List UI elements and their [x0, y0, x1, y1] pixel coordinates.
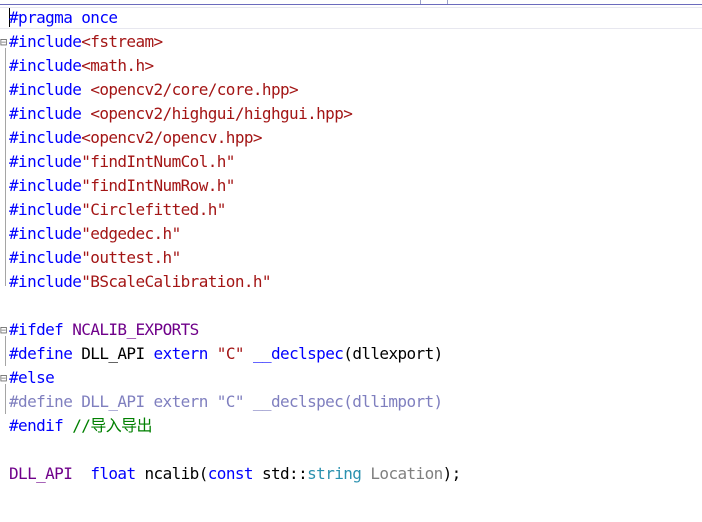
- code-token: #ifdef: [9, 320, 64, 339]
- fold-toggle-icon[interactable]: ⊟: [0, 371, 7, 385]
- fold-guide: [5, 48, 6, 286]
- code-token: "edgedec.h": [81, 224, 181, 243]
- code-line[interactable]: #else: [9, 366, 55, 390]
- code-token: #else: [9, 368, 55, 387]
- code-token: DLL_API: [9, 464, 73, 483]
- code-token: #include: [9, 272, 82, 291]
- editor-top-border: [0, 0, 702, 5]
- code-token: <opencv2/core/core.hpp>: [90, 80, 299, 99]
- code-line[interactable]: #include"outtest.h": [9, 246, 181, 270]
- code-token: string: [307, 464, 362, 483]
- code-token: (dllexport): [343, 344, 443, 363]
- code-token: DLL_API: [72, 344, 154, 363]
- code-token: #include: [9, 176, 82, 195]
- code-token: ncalib(: [135, 464, 209, 483]
- code-token: NCALIB_EXPORTS: [72, 320, 199, 339]
- code-token: #define: [9, 344, 73, 363]
- fold-toggle-icon[interactable]: ⊟: [0, 35, 7, 49]
- code-token: <fstream>: [81, 32, 163, 51]
- code-token: float: [90, 464, 136, 483]
- fold-guide: [5, 384, 6, 414]
- scroll-marker: [447, 0, 448, 4]
- code-line[interactable]: #include"Circlefitted.h": [9, 198, 226, 222]
- code-token: //导入导出: [72, 416, 152, 435]
- code-token: "findIntNumCol.h": [81, 152, 235, 171]
- fold-toggle-icon[interactable]: ⊟: [0, 323, 7, 337]
- code-token: "C": [216, 344, 245, 363]
- scroll-marker: [420, 0, 421, 4]
- code-token: #include: [9, 32, 82, 51]
- code-token: "BScaleCalibration.h": [81, 272, 271, 291]
- code-token: "Circlefitted.h": [81, 200, 226, 219]
- code-line[interactable]: #include"findIntNumRow.h": [9, 174, 235, 198]
- code-token: Location: [370, 464, 443, 483]
- code-token: "outtest.h": [81, 248, 181, 267]
- code-token: #include: [9, 128, 82, 147]
- code-token: #include: [9, 248, 82, 267]
- code-line[interactable]: DLL_API float ncalib(const std::string L…: [9, 462, 461, 486]
- code-line[interactable]: #ifdef NCALIB_EXPORTS: [9, 318, 199, 342]
- code-line[interactable]: #include <opencv2/highgui/highgui.hpp>: [9, 102, 353, 126]
- code-token: #include: [9, 104, 82, 123]
- code-line[interactable]: #include<math.h>: [9, 54, 154, 78]
- code-token: #include: [9, 200, 82, 219]
- fold-guide: [5, 336, 6, 366]
- code-token: #include: [9, 56, 82, 75]
- code-token: #define DLL_API extern "C" __declspec(dl…: [9, 392, 443, 411]
- code-line[interactable]: #endif //导入导出: [9, 414, 153, 438]
- code-token: <opencv2/opencv.hpp>: [81, 128, 262, 147]
- code-token: #endif: [9, 416, 64, 435]
- code-line[interactable]: #include"BScaleCalibration.h": [9, 270, 272, 294]
- code-line[interactable]: #include<fstream>: [9, 30, 163, 54]
- code-token: __declspec: [252, 344, 344, 363]
- code-token: #include: [9, 152, 82, 171]
- code-token: #include: [9, 80, 82, 99]
- code-line[interactable]: #pragma once: [9, 6, 118, 30]
- code-line[interactable]: #include<opencv2/opencv.hpp>: [9, 126, 263, 150]
- code-line[interactable]: #include"findIntNumCol.h": [9, 150, 235, 174]
- code-line[interactable]: #include"edgedec.h": [9, 222, 181, 246]
- code-line[interactable]: #define DLL_API extern "C" __declspec(dl…: [9, 390, 443, 414]
- code-token: "findIntNumRow.h": [81, 176, 235, 195]
- code-token: <opencv2/highgui/highgui.hpp>: [90, 104, 353, 123]
- code-token: );: [442, 464, 462, 483]
- code-token: const: [207, 464, 254, 483]
- code-token: std::: [252, 464, 308, 483]
- code-token: #include: [9, 224, 82, 243]
- code-editor[interactable]: ⊟ ⊟ ⊟ #pragma once #include<fstream> #incl…: [0, 0, 702, 522]
- code-token: <math.h>: [81, 56, 154, 75]
- code-line[interactable]: #define DLL_API extern "C" __declspec(dl…: [9, 342, 443, 366]
- code-token: #pragma once: [9, 8, 118, 27]
- code-line[interactable]: #include <opencv2/core/core.hpp>: [9, 78, 299, 102]
- code-token: extern: [153, 344, 209, 363]
